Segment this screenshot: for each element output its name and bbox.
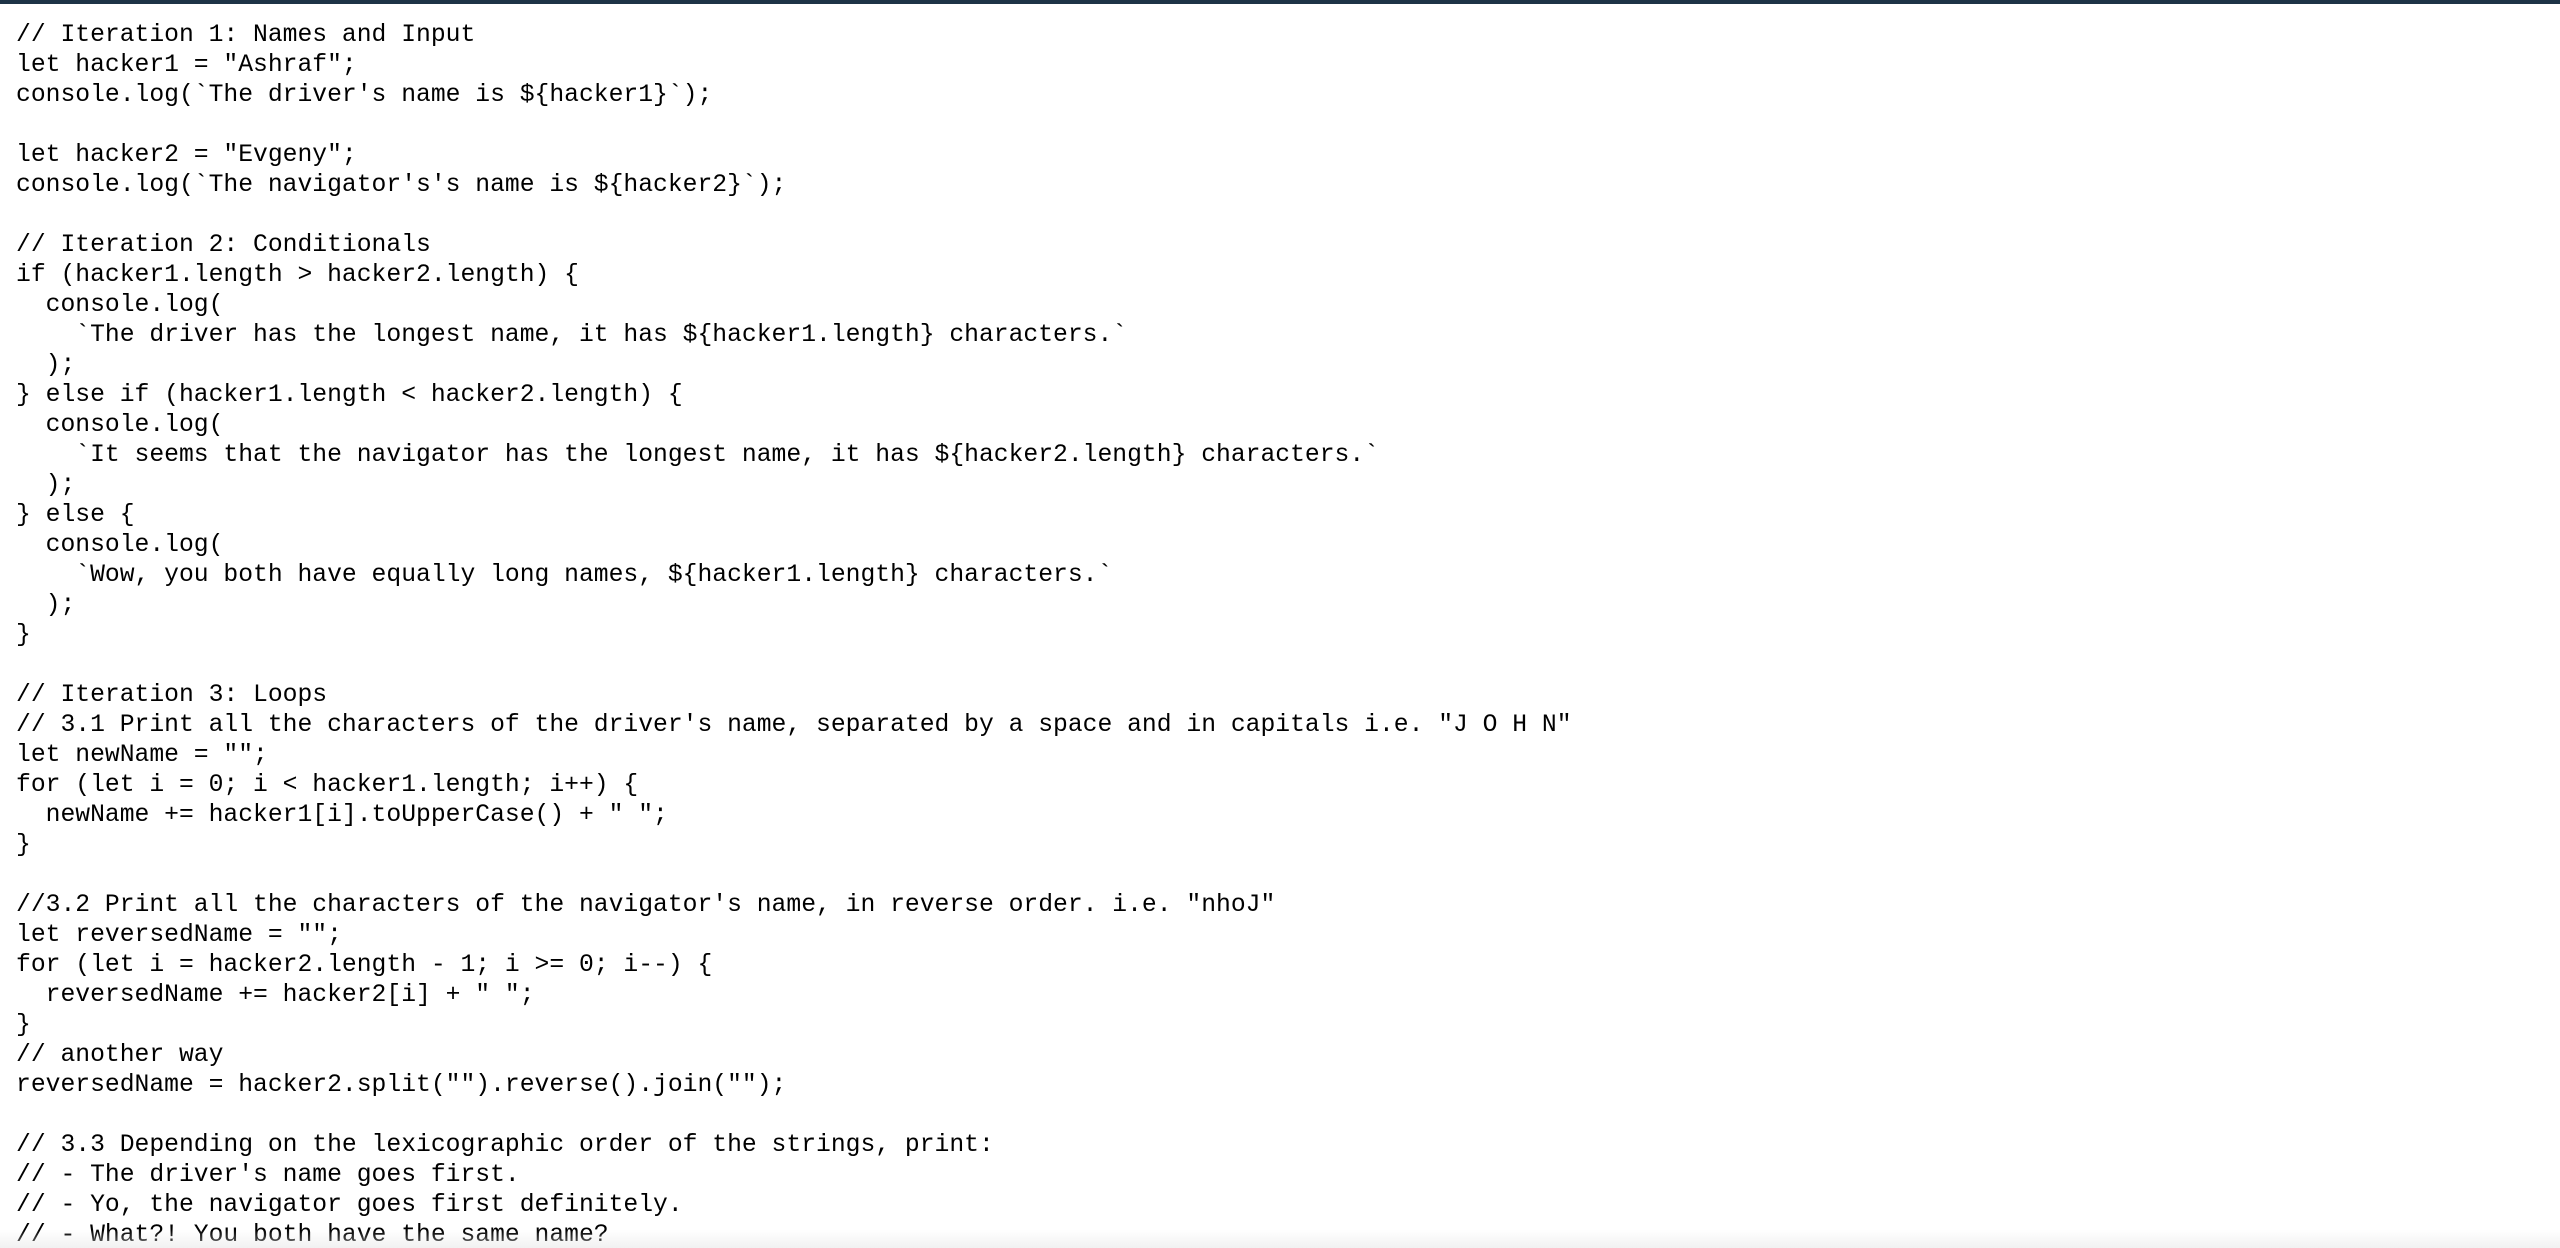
- code-line: let newName = "";: [16, 741, 268, 769]
- code-line: console.log(`The navigator's's name is $…: [16, 171, 787, 199]
- code-line: console.log(`The driver's name is ${hack…: [16, 81, 713, 109]
- code-line: `The driver has the longest name, it has…: [16, 321, 1128, 349]
- code-line: );: [16, 351, 76, 379]
- code-line: );: [16, 471, 76, 499]
- code-line: }: [16, 621, 31, 649]
- code-line: let hacker2 = "Evgeny";: [16, 141, 357, 169]
- code-line: // another way: [16, 1041, 224, 1069]
- code-line: // - What?! You both have the same name?: [16, 1221, 609, 1248]
- code-line: }: [16, 831, 31, 859]
- code-line: `It seems that the navigator has the lon…: [16, 441, 1379, 469]
- code-line: // Iteration 3: Loops: [16, 681, 328, 709]
- code-line: //3.2 Print all the characters of the na…: [16, 891, 1276, 919]
- code-line: `Wow, you both have equally long names, …: [16, 561, 1113, 589]
- code-line: // - The driver's name goes first.: [16, 1161, 520, 1189]
- code-line: reversedName = hacker2.split("").reverse…: [16, 1071, 787, 1099]
- code-line: for (let i = 0; i < hacker1.length; i++)…: [16, 771, 639, 799]
- code-line: // Iteration 1: Names and Input: [16, 21, 476, 49]
- code-line: for (let i = hacker2.length - 1; i >= 0;…: [16, 951, 713, 979]
- code-line: console.log(: [16, 531, 224, 559]
- code-line: if (hacker1.length > hacker2.length) {: [16, 261, 579, 289]
- code-line: } else {: [16, 501, 135, 529]
- code-line: );: [16, 591, 76, 619]
- code-line: console.log(: [16, 291, 224, 319]
- code-line: let hacker1 = "Ashraf";: [16, 51, 357, 79]
- code-line: reversedName += hacker2[i] + " ";: [16, 981, 535, 1009]
- plain-text-code-view[interactable]: // Iteration 1: Names and Input let hacke…: [16, 20, 2546, 1248]
- code-line: // 3.3 Depending on the lexicographic or…: [16, 1131, 994, 1159]
- code-line: console.log(: [16, 411, 224, 439]
- code-line: // Iteration 2: Conditionals: [16, 231, 431, 259]
- code-line: newName += hacker1[i].toUpperCase() + " …: [16, 801, 668, 829]
- code-line: } else if (hacker1.length < hacker2.leng…: [16, 381, 683, 409]
- code-line: let reversedName = "";: [16, 921, 342, 949]
- window-top-border: [0, 0, 2560, 4]
- code-line: // 3.1 Print all the characters of the d…: [16, 711, 1572, 739]
- code-line: // - Yo, the navigator goes first defini…: [16, 1191, 683, 1219]
- code-line: }: [16, 1011, 31, 1039]
